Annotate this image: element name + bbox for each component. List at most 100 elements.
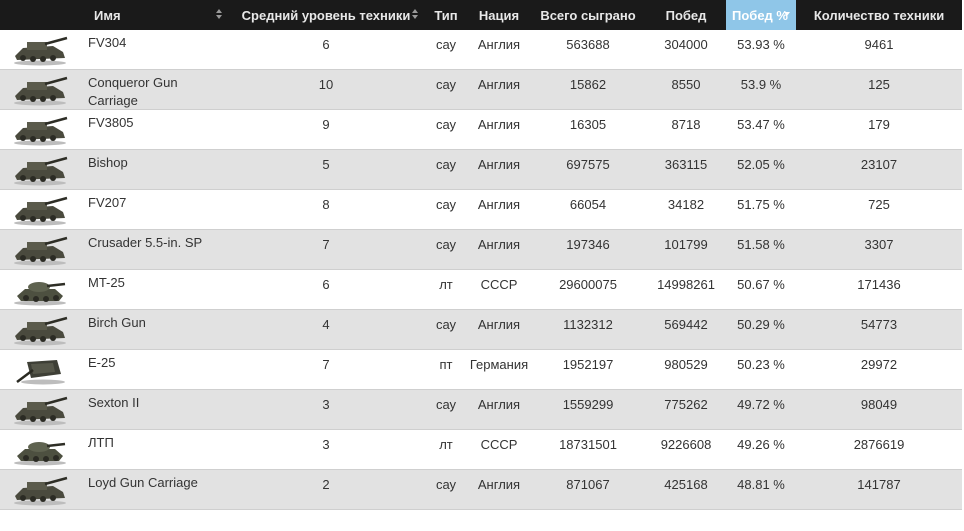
vehicle-name[interactable]: Conqueror Gun Carriage: [80, 70, 228, 109]
col-total-header[interactable]: Всего сыграно: [530, 0, 646, 30]
col-tier-label: Средний уровень техники: [241, 7, 411, 23]
vehicle-nation: Англия: [477, 37, 521, 52]
vehicle-name[interactable]: MT-25: [80, 270, 228, 309]
vehicle-nation: СССР: [480, 437, 518, 452]
win-rate: 49.72 %: [737, 397, 785, 412]
battles-won: 34182: [667, 197, 705, 212]
vehicle-image-cell: [0, 390, 80, 429]
vehicle-nation: Англия: [477, 237, 521, 252]
col-winrate-header[interactable]: Побед %: [726, 0, 796, 30]
vehicle-name[interactable]: Crusader 5.5-in. SP: [80, 230, 228, 269]
vehicle-image-cell: [0, 430, 80, 469]
col-type-header[interactable]: Тип: [424, 0, 468, 30]
vehicle-name[interactable]: FV3805: [80, 110, 228, 149]
vehicle-count: 141787: [857, 477, 901, 492]
battles-total: 16305: [569, 117, 607, 132]
table-row[interactable]: Crusader 5.5-in. SP 7 сау Англия 197346 …: [0, 230, 962, 270]
vehicle-tier: 6: [322, 277, 330, 292]
table-row[interactable]: MT-25 6 лт СССР 29600075 14998261 50.67 …: [0, 270, 962, 310]
spg-icon: [9, 114, 71, 146]
table-row[interactable]: FV304 6 сау Англия 563688 304000 53.93 %…: [0, 30, 962, 70]
battles-total: 66054: [569, 197, 607, 212]
table-row[interactable]: FV3805 9 сау Англия 16305 8718 53.47 % 1…: [0, 110, 962, 150]
vehicle-nation: СССР: [480, 277, 518, 292]
vehicle-name[interactable]: E-25: [80, 350, 228, 389]
vehicle-name[interactable]: Sexton II: [80, 390, 228, 429]
win-rate: 53.47 %: [737, 117, 785, 132]
vehicle-tier: 10: [318, 77, 334, 92]
vehicle-name[interactable]: FV207: [80, 190, 228, 229]
spg-icon: [9, 474, 71, 506]
vehicle-type: лт: [439, 437, 453, 452]
battles-won: 569442: [664, 317, 708, 332]
vehicle-image-cell: [0, 30, 80, 69]
col-wins-label: Побед: [665, 7, 707, 23]
col-wins-header[interactable]: Побед: [646, 0, 726, 30]
vehicle-name[interactable]: Birch Gun: [80, 310, 228, 349]
vehicle-type: сау: [435, 197, 457, 212]
table-row[interactable]: ЛТП 3 лт СССР 18731501 9226608 49.26 % 2…: [0, 430, 962, 470]
vehicle-tier: 6: [322, 37, 330, 52]
vehicle-count: 9461: [864, 37, 894, 52]
vehicle-name[interactable]: Bishop: [80, 150, 228, 189]
col-count-header[interactable]: Количество техники: [796, 0, 962, 30]
spg-icon: [9, 194, 71, 226]
battles-total: 18731501: [559, 437, 617, 452]
battles-won: 14998261: [657, 277, 715, 292]
table-row[interactable]: Bishop 5 сау Англия 697575 363115 52.05 …: [0, 150, 962, 190]
battles-total: 1559299: [562, 397, 614, 412]
vehicle-type: сау: [435, 77, 457, 92]
table-row[interactable]: Birch Gun 4 сау Англия 1132312 569442 50…: [0, 310, 962, 350]
battles-total: 871067: [566, 477, 610, 492]
vehicle-tier: 3: [322, 397, 330, 412]
win-rate: 53.9 %: [740, 77, 782, 92]
vehicle-image-cell: [0, 190, 80, 229]
table-row[interactable]: Conqueror Gun Carriage 10 сау Англия 158…: [0, 70, 962, 110]
spg-icon: [9, 394, 71, 426]
col-image-header: [0, 0, 80, 30]
vehicle-count: 29972: [860, 357, 898, 372]
vehicle-nation: Англия: [477, 157, 521, 172]
vehicle-nation: Англия: [477, 397, 521, 412]
table-body: FV304 6 сау Англия 563688 304000 53.93 %…: [0, 30, 962, 510]
table-header: Имя Средний уровень техники Тип Нация Вс…: [0, 0, 962, 30]
sort-desc-icon: [784, 9, 790, 21]
vehicle-type: сау: [435, 37, 457, 52]
vehicle-image-cell: [0, 350, 80, 389]
table-row[interactable]: E-25 7 пт Германия 1952197 980529 50.23 …: [0, 350, 962, 390]
vehicle-name[interactable]: Loyd Gun Carriage: [80, 470, 228, 509]
vehicle-name[interactable]: ЛТП: [80, 430, 228, 469]
vehicle-nation: Германия: [469, 357, 529, 372]
sort-icon: [412, 9, 418, 21]
vehicle-image-cell: [0, 110, 80, 149]
vehicle-name[interactable]: FV304: [80, 30, 228, 69]
table-row[interactable]: Sexton II 3 сау Англия 1559299 775262 49…: [0, 390, 962, 430]
battles-total: 563688: [566, 37, 610, 52]
battles-total: 29600075: [559, 277, 617, 292]
vehicle-count: 171436: [857, 277, 901, 292]
vehicle-type: сау: [435, 397, 457, 412]
battles-won: 304000: [664, 37, 708, 52]
vehicle-count: 98049: [860, 397, 898, 412]
sort-icon: [216, 9, 222, 21]
light-tank-icon: [9, 434, 71, 466]
win-rate: 52.05 %: [737, 157, 785, 172]
vehicle-count: 3307: [864, 237, 894, 252]
table-row[interactable]: Loyd Gun Carriage 2 сау Англия 871067 42…: [0, 470, 962, 510]
win-rate: 48.81 %: [737, 477, 785, 492]
vehicle-count: 23107: [860, 157, 898, 172]
col-name-header[interactable]: Имя: [80, 0, 228, 30]
vehicle-tier: 2: [322, 477, 330, 492]
table-row[interactable]: FV207 8 сау Англия 66054 34182 51.75 % 7…: [0, 190, 962, 230]
col-total-label: Всего сыграно: [540, 7, 636, 23]
vehicle-image-cell: [0, 310, 80, 349]
light-tank-icon: [9, 274, 71, 306]
col-type-label: Тип: [434, 7, 458, 23]
vehicle-nation: Англия: [477, 77, 521, 92]
col-nation-header[interactable]: Нация: [468, 0, 530, 30]
vehicle-type: пт: [439, 357, 453, 372]
vehicle-tier: 5: [322, 157, 330, 172]
col-tier-header[interactable]: Средний уровень техники: [228, 0, 424, 30]
battles-won: 980529: [664, 357, 708, 372]
battles-won: 775262: [664, 397, 708, 412]
